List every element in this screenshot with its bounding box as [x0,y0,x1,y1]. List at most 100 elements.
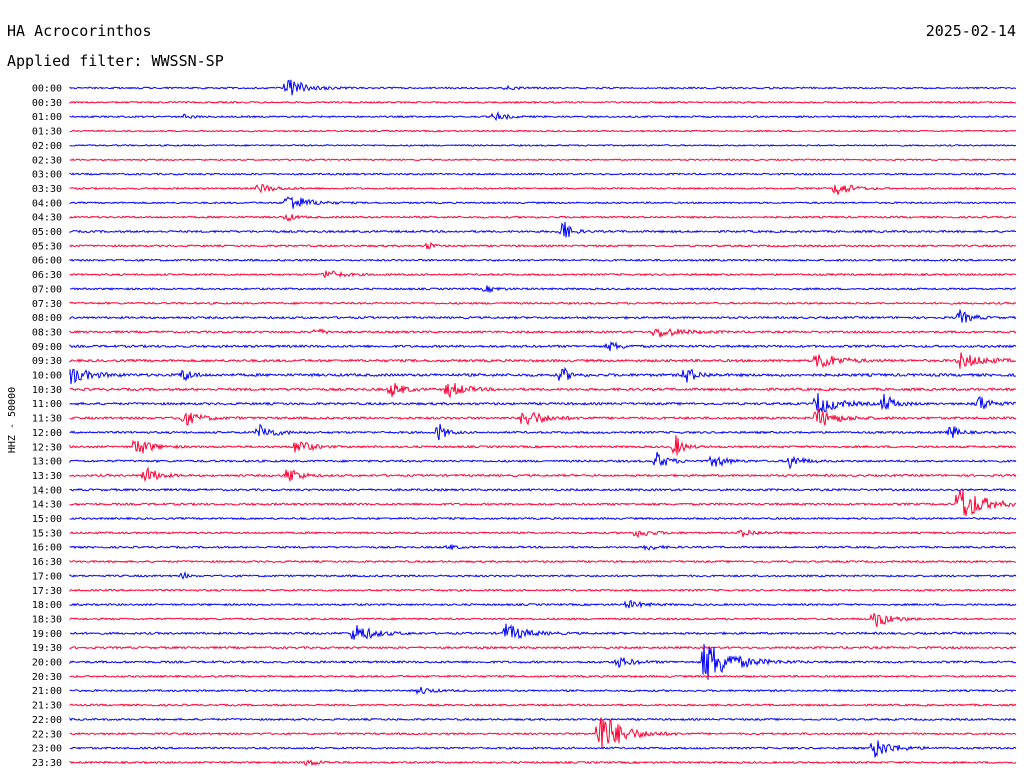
row-time-label: 09:00 [32,342,62,353]
row-time-label: 14:00 [32,485,62,496]
trace-line [69,309,1017,323]
trace-line [70,285,1017,294]
trace-line [69,213,1017,222]
row-time-label: 20:30 [32,672,62,683]
trace-line [69,674,1017,679]
trace-line [69,643,1017,680]
row-time-label: 05:00 [32,227,62,238]
row-time-label: 15:00 [32,514,62,525]
trace-line [69,301,1017,306]
row-time-label: 11:30 [32,414,62,425]
trace-line [69,435,1017,456]
row-time-label: 11:00 [32,399,62,410]
trace-line [69,100,1017,105]
trace-line [69,717,1017,722]
row-time-label: 03:00 [32,170,62,181]
y-axis-label: HHZ - 50000 [7,387,18,453]
trace-line [69,559,1017,564]
row-time-label: 21:30 [32,701,62,712]
trace-line [69,487,1017,492]
trace-line [69,392,1017,414]
trace-line [69,740,1017,758]
trace-line [69,599,1017,609]
row-time-label: 06:30 [32,270,62,281]
row-time-label: 08:30 [32,327,62,338]
station-title: HA Acrocorinthos [7,22,152,40]
trace-line [69,686,1017,696]
trace-line [69,327,1017,338]
row-time-label: 17:00 [32,571,62,582]
trace-line [69,717,1017,749]
filter-label: Applied filter: WWSSN-SP [7,52,224,70]
seismogram-plot: HA Acrocorinthos 2025-02-14 Applied filt… [7,22,1017,769]
row-time-label: 08:00 [32,313,62,324]
row-time-label: 22:30 [32,729,62,740]
row-time-label: 18:30 [32,614,62,625]
row-time-label: 07:00 [32,284,62,295]
row-time-label: 17:30 [32,586,62,597]
trace-line [69,703,1017,707]
row-time-label: 20:00 [32,658,62,669]
row-time-label: 13:30 [32,471,62,482]
trace-line [69,143,1017,147]
row-time-label: 21:00 [32,686,62,697]
row-time-label: 05:30 [32,241,62,252]
trace-line [69,196,1017,209]
row-time-label: 04:00 [32,198,62,209]
trace-line [69,383,1017,399]
row-time-label: 02:30 [32,155,62,166]
trace-line [69,258,1016,262]
trace-line [69,129,1017,133]
trace-line [69,489,1017,517]
row-time-label: 10:00 [32,371,62,382]
trace-line [69,158,1017,162]
row-time-label: 15:30 [32,528,62,539]
trace-line [69,543,1017,551]
row-time-label: 01:00 [32,112,62,123]
row-time-label: 23:00 [32,744,62,755]
trace-line [69,516,1017,521]
trace-line [69,79,1017,96]
row-time-label: 19:30 [32,643,62,654]
row-time-label: 04:30 [32,213,62,224]
trace-line [69,529,1017,539]
row-time-label: 06:00 [32,256,62,267]
trace-line [69,221,1017,238]
row-time-label: 10:30 [32,385,62,396]
row-time-label: 16:00 [32,543,62,554]
trace-line [69,623,1017,640]
row-time-label: 16:30 [32,557,62,568]
trace-line [69,340,1017,352]
trace-line [69,466,1017,483]
trace-line [69,423,1017,441]
trace-line [69,451,1017,470]
row-time-label: 07:30 [32,299,62,310]
trace-line [69,270,1016,279]
trace-line [69,645,1017,650]
trace-line [69,759,1017,767]
row-time-label: 02:00 [32,141,62,152]
trace-line [69,588,1017,593]
row-time-label: 01:30 [32,127,62,138]
trace-line [69,366,1017,385]
trace-line [69,184,1017,195]
row-time-label: 03:30 [32,184,62,195]
row-time-label: 12:00 [32,428,62,439]
trace-line [69,352,1017,369]
row-time-label: 14:30 [32,500,62,511]
trace-line [69,613,1017,628]
row-time-label: 18:00 [32,600,62,611]
trace-line [69,241,1017,250]
row-time-label: 19:00 [32,629,62,640]
row-time-label: 13:00 [32,457,62,468]
row-time-label: 00:30 [32,98,62,109]
record-date: 2025-02-14 [926,22,1016,40]
trace-line [69,407,1017,426]
trace-line [69,570,1017,580]
row-time-label: 22:00 [32,715,62,726]
row-time-label: 12:30 [32,442,62,453]
row-time-label: 23:30 [32,758,62,769]
row-time-label: 09:30 [32,356,62,367]
trace-line [69,172,1017,176]
row-time-label: 00:00 [32,84,62,95]
